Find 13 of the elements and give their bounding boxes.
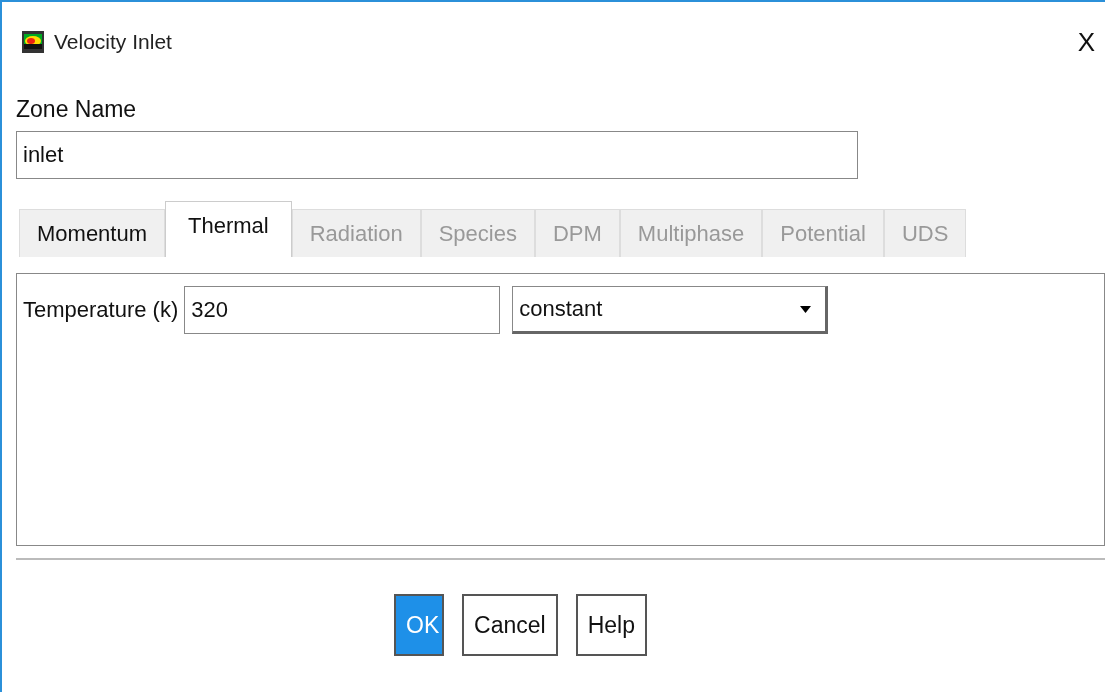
zone-name-label: Zone Name — [16, 96, 138, 123]
temperature-field[interactable]: 320 — [184, 286, 501, 334]
close-button[interactable]: X — [1077, 26, 1095, 58]
method-dropdown[interactable]: constant — [512, 286, 829, 334]
zone-name-field[interactable]: inlet — [16, 131, 858, 179]
app-icon — [22, 31, 44, 53]
temperature-label: Temperature (k) — [23, 297, 179, 323]
dialog-button[interactable]: Cancel — [462, 594, 558, 656]
dropdown-arrow-icon — [800, 305, 812, 313]
tab[interactable]: Thermal — [165, 201, 292, 257]
dialog-button[interactable]: Help — [575, 594, 647, 656]
window-title: Velocity Inlet — [54, 30, 172, 54]
tab[interactable]: Momentum — [19, 209, 166, 257]
